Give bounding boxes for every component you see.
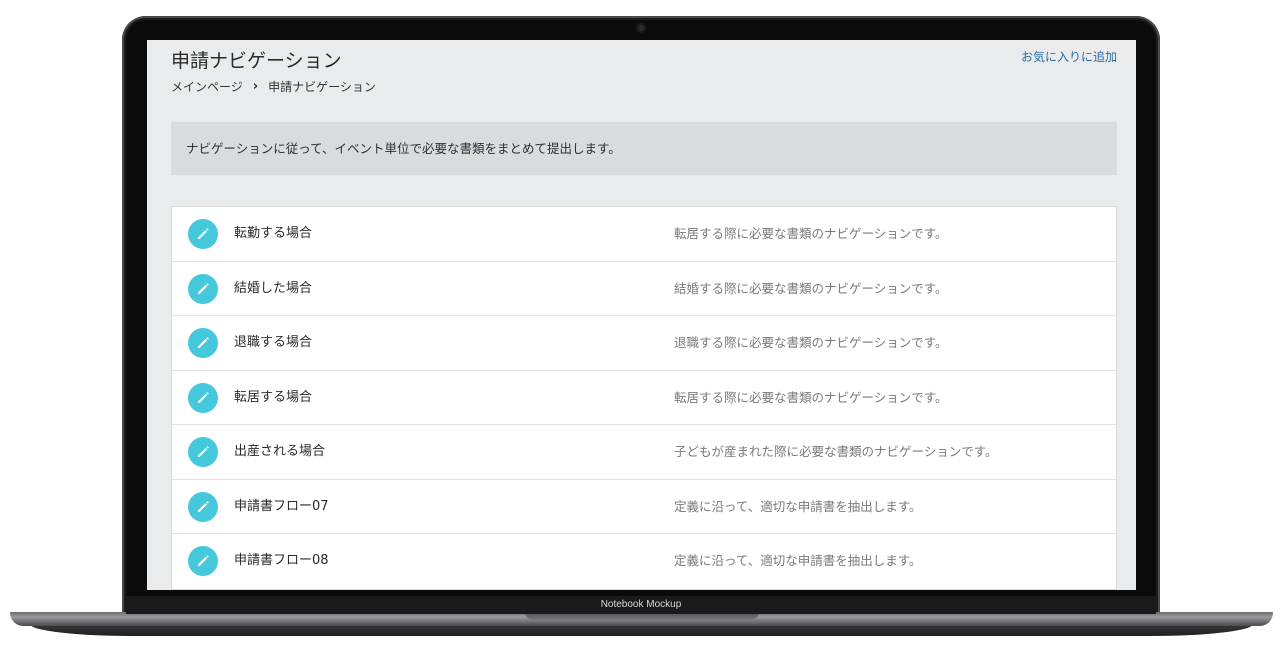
list-item-label: 転勤する場合	[234, 226, 313, 241]
pencil-icon	[188, 273, 218, 304]
pencil-icon	[188, 437, 218, 467]
list-item-description: 定義に沿って、適切な申請書を抽出します。	[674, 498, 922, 514]
list-item[interactable]: 申請書フロー08 定義に沿って、適切な申請書を抽出します。	[172, 534, 1116, 589]
screen: 申請ナビゲーション お気に入りに追加 メインページ › 申請ナビゲーション ナビ…	[147, 40, 1136, 590]
pencil-icon	[188, 491, 218, 522]
chevron-right-icon: ›	[252, 79, 259, 94]
list-item-description: 退職する際に必要な書類のナビゲーションです。	[674, 335, 948, 350]
list-item[interactable]: 退職する場合 退職する際に必要な書類のナビゲーションです。	[172, 316, 1116, 371]
list-item-description: 転居する際に必要な書類のナビゲーションです。	[674, 389, 948, 405]
list-item-label: 出産される場合	[234, 444, 326, 459]
page-title: 申請ナビゲーション	[171, 50, 342, 72]
pencil-icon	[188, 546, 218, 576]
list-item-description: 転居する際に必要な書類のナビゲーションです。	[674, 226, 948, 241]
list-item[interactable]: 転居する場合 転居する際に必要な書類のナビゲーションです。	[172, 371, 1116, 425]
navigation-list: 転勤する場合 転居する際に必要な書類のナビゲーションです。 結婚した場合 結婚する際に…	[171, 206, 1117, 590]
pencil-icon	[188, 219, 218, 249]
list-item-description: 定義に沿って、適切な申請書を抽出します。	[674, 553, 922, 568]
breadcrumb-home-link[interactable]: メインページ	[171, 78, 243, 95]
list-item-label: 退職する場合	[234, 335, 313, 350]
list-item-description: 結婚する際に必要な書類のナビゲーションです。	[674, 280, 948, 296]
list-item[interactable]: 出産される場合 子どもが産まれた際に必要な書類のナビゲーションです。	[172, 425, 1116, 480]
camera-icon	[636, 23, 646, 33]
list-item-label: 転居する場合	[234, 389, 313, 405]
bezel-label: Notebook Mockup	[126, 596, 1156, 614]
pencil-icon	[188, 328, 218, 358]
list-item-description: 子どもが産まれた際に必要な書類のナビゲーションです。	[674, 444, 998, 459]
list-item[interactable]: 転勤する場合 転居する際に必要な書類のナビゲーションです。	[172, 207, 1116, 262]
pencil-icon	[188, 382, 218, 413]
list-item-label: 申請書フロー07	[234, 498, 329, 514]
list-item-label: 結婚した場合	[234, 280, 313, 296]
breadcrumb: メインページ › 申請ナビゲーション	[171, 78, 376, 95]
add-to-favorites-link[interactable]: お気に入りに追加	[1021, 48, 1117, 65]
list-item[interactable]: 結婚した場合 結婚する際に必要な書類のナビゲーションです。	[172, 262, 1116, 316]
breadcrumb-current: 申請ナビゲーション	[268, 80, 376, 94]
info-message: ナビゲーションに従って、イベント単位で必要な書類をまとめて提出します。	[171, 122, 1117, 175]
list-item-label: 申請書フロー08	[234, 553, 329, 568]
list-item[interactable]: 申請書フロー07 定義に沿って、適切な申請書を抽出します。	[172, 480, 1116, 534]
